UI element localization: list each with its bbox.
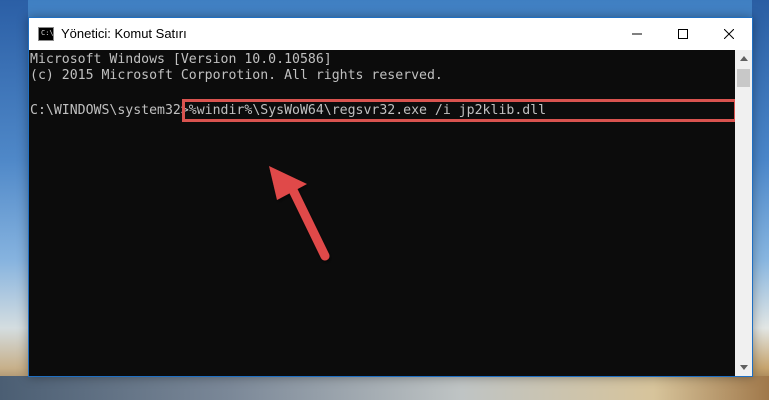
maximize-icon	[678, 29, 688, 39]
close-button[interactable]	[706, 18, 752, 50]
minimize-button[interactable]	[614, 18, 660, 50]
desktop-background-right	[752, 0, 769, 400]
title-bar[interactable]: C:\ Yönetici: Komut Satırı	[29, 18, 752, 50]
scroll-down-icon	[739, 365, 748, 370]
command-prompt-window: C:\ Yönetici: Komut Satırı Microsoft Win…	[28, 17, 753, 377]
command-highlight-box	[182, 99, 735, 122]
vertical-scrollbar[interactable]	[735, 50, 752, 376]
console-copyright-line: (c) 2015 Microsoft Corporotion. All righ…	[30, 68, 443, 83]
console-version-line: Microsoft Windows [Version 10.0.10586]	[30, 52, 332, 67]
console-prompt: C:\WINDOWS\system32>	[30, 103, 189, 118]
scroll-down-button[interactable]	[735, 359, 752, 376]
scroll-thumb[interactable]	[737, 69, 750, 87]
cmd-app-icon-text: C:\	[41, 29, 54, 37]
window-title: Yönetici: Komut Satırı	[61, 26, 187, 41]
pointer-arrow-icon	[269, 166, 330, 261]
scroll-up-icon	[739, 56, 748, 61]
console-output-area[interactable]: Microsoft Windows [Version 10.0.10586] (…	[29, 50, 735, 376]
scroll-up-button[interactable]	[735, 50, 752, 67]
desktop-background-left	[0, 0, 28, 400]
desktop-background-bottom	[0, 376, 769, 400]
cmd-app-icon[interactable]: C:\	[38, 27, 54, 41]
maximize-button[interactable]	[660, 18, 706, 50]
close-icon	[724, 29, 734, 39]
minimize-icon	[632, 33, 642, 35]
